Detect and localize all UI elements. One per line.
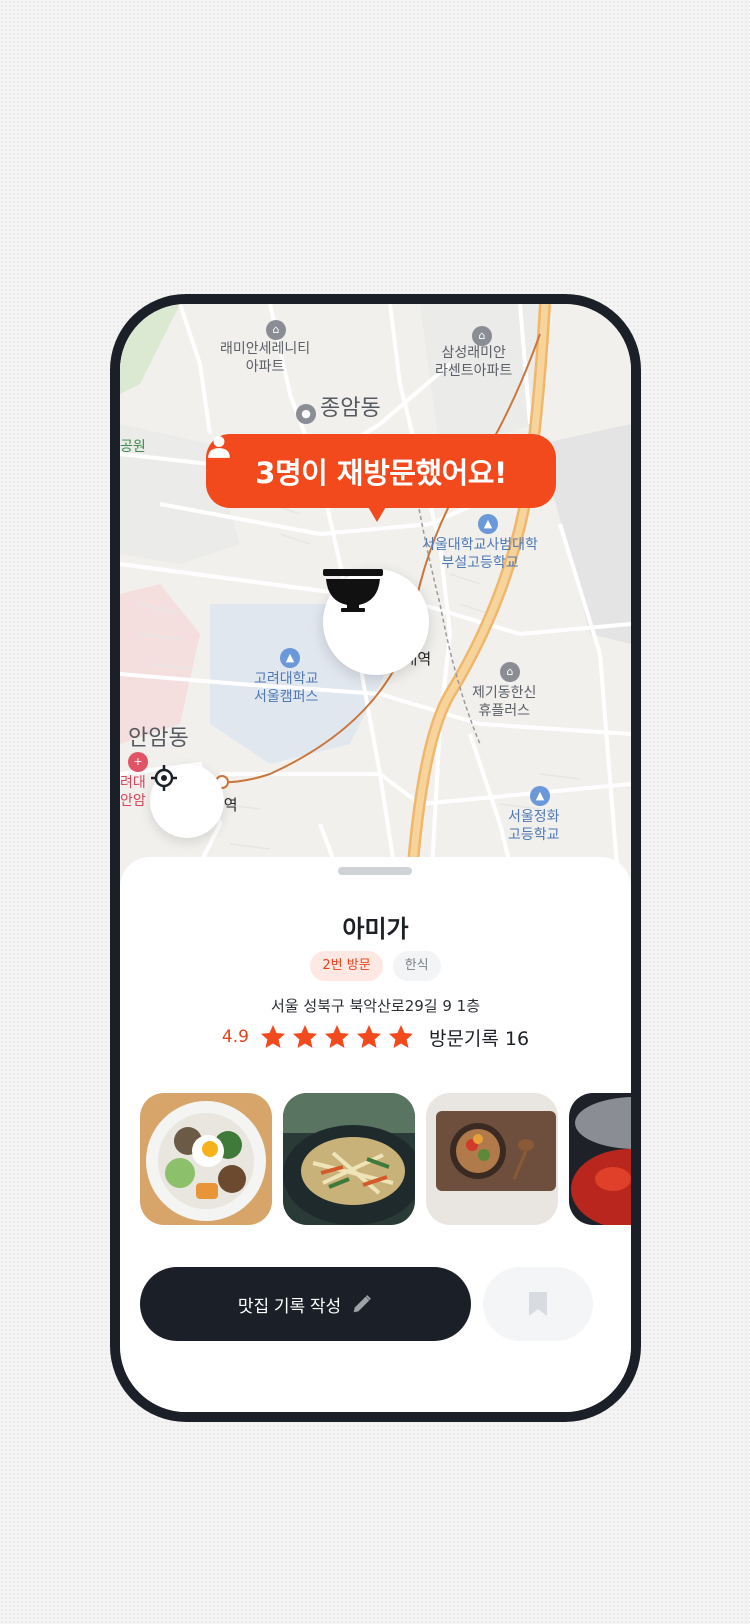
- bibimbap-photo: [140, 1093, 272, 1225]
- map-label-samsung: 삼성래미안 라센트아파트: [435, 345, 513, 379]
- restaurant-pin[interactable]: [323, 569, 429, 675]
- map-label-park: 공원: [120, 439, 146, 455]
- revisit-text: 3명이 재방문했어요!: [255, 456, 507, 490]
- star-icon: [260, 1025, 285, 1048]
- rating-row: 4.9 방문기록 16: [120, 1023, 631, 1051]
- star-icon: [356, 1025, 381, 1048]
- place-name: 아미가: [342, 915, 409, 943]
- pencil-icon: [353, 1295, 372, 1313]
- category-chip: 한식: [392, 951, 441, 981]
- apartment-icon: ⌂: [472, 326, 492, 346]
- map-label-remian: 래미안세레니티 아파트: [220, 341, 311, 375]
- map-view[interactable]: ⌂ 래미안세레니티 아파트 ⌂ 삼성래미안 라센트아파트 ● 종암동 공원 ▲ …: [120, 304, 631, 904]
- photo-carousel[interactable]: [140, 1093, 631, 1227]
- map-label-anam-hospital: 려대 안암: [120, 775, 146, 809]
- star-icon: [388, 1025, 413, 1048]
- visit-count-chip: 2번 방문: [310, 951, 383, 981]
- food-photo[interactable]: [140, 1093, 272, 1225]
- visit-record[interactable]: 방문기록 16: [429, 1024, 529, 1051]
- sheet-drag-handle[interactable]: [338, 867, 412, 875]
- apartment-icon: ⌂: [266, 320, 286, 340]
- map-label-anam: 안암동: [128, 726, 189, 751]
- school-icon: ▲: [530, 786, 550, 806]
- japchae-photo: [283, 1093, 415, 1225]
- phone-frame: ⌂ 래미안세레니티 아파트 ⌂ 삼성래미안 라센트아파트 ● 종암동 공원 ▲ …: [110, 294, 641, 1422]
- write-review-label: 맛집 기록 작성: [237, 1296, 342, 1316]
- food-photo[interactable]: [426, 1093, 558, 1225]
- current-location-button[interactable]: [150, 764, 224, 838]
- food-photo[interactable]: [283, 1093, 415, 1225]
- map-label-jongam: 종암동: [320, 396, 381, 421]
- star-icon: [292, 1025, 317, 1048]
- rice-bowl-photo: [426, 1093, 558, 1225]
- place-chips: 2번 방문 한식: [120, 951, 631, 981]
- place-bottom-sheet: 아미가 2번 방문 한식 서울 성북구 북악산로29길 9 1층 4.9 방문기…: [120, 857, 631, 1412]
- crosshair-icon: [151, 765, 177, 791]
- map-label-jeonghwa: 서울정화 고등학교: [508, 809, 560, 843]
- bookmark-button[interactable]: [483, 1267, 593, 1341]
- visit-record-label: 방문기록: [428, 1027, 499, 1050]
- person-icon: [208, 436, 230, 458]
- rating-value: 4.9: [221, 1027, 249, 1047]
- apartment-icon: ⌂: [500, 662, 520, 682]
- bookmark-icon: [529, 1292, 547, 1316]
- map-label-korea-univ: 고려대학교 서울캠퍼스: [254, 671, 319, 705]
- place-address: 서울 성북구 북악산로29길 9 1층: [270, 997, 481, 1015]
- revisit-bubble[interactable]: 3명이 재방문했어요!: [206, 434, 556, 508]
- bubble-tail: [364, 500, 390, 522]
- location-icon: ●: [296, 404, 316, 424]
- kimchi-photo: [569, 1093, 631, 1225]
- bowl-icon: [323, 569, 383, 612]
- write-review-button[interactable]: 맛집 기록 작성: [140, 1267, 471, 1341]
- food-photo[interactable]: [569, 1093, 631, 1225]
- map-label-sabeom: 서울대학교사범대학 부설고등학교: [422, 537, 538, 571]
- star-icon: [324, 1025, 349, 1048]
- school-icon: ▲: [478, 514, 498, 534]
- hospital-icon: +: [128, 752, 148, 772]
- visit-record-count: 16: [504, 1027, 530, 1050]
- map-label-jegi: 제기동한신 휴플러스: [472, 685, 537, 719]
- school-icon: ▲: [280, 648, 300, 668]
- rating-stars: [259, 1023, 415, 1051]
